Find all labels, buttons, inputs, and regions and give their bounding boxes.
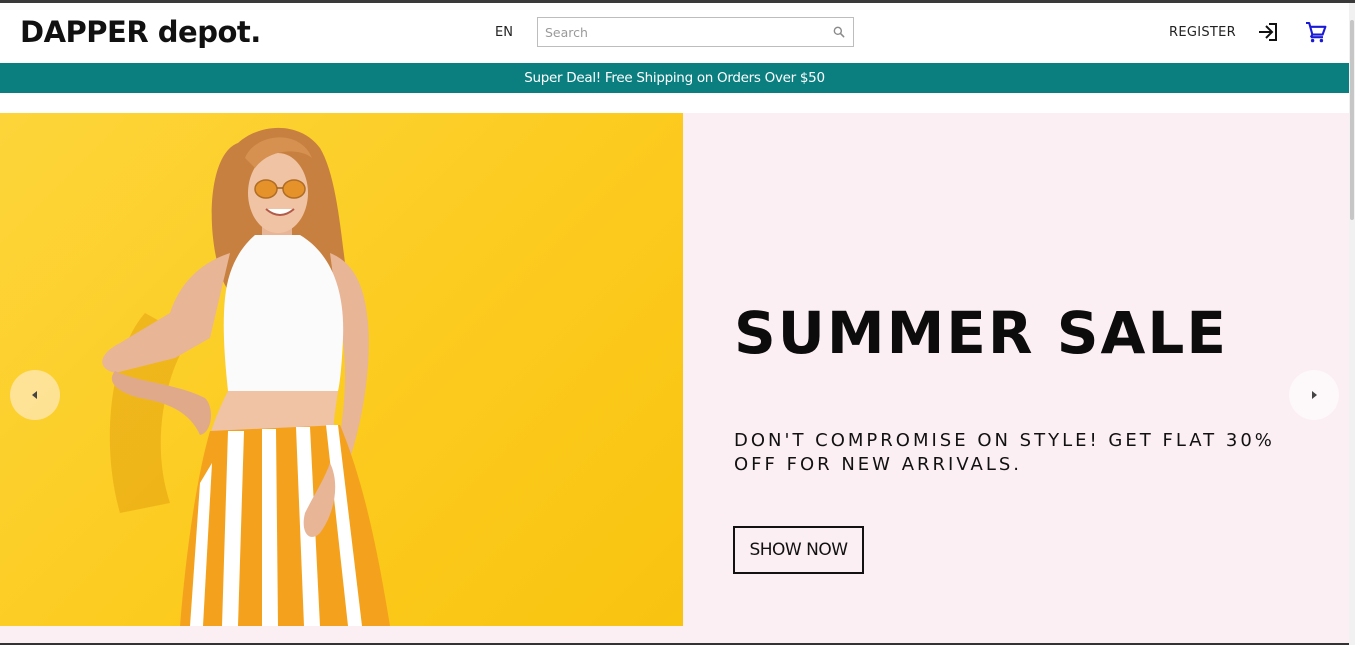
arrow-right-icon <box>1312 391 1317 399</box>
hero-image <box>0 113 683 626</box>
register-link[interactable]: REGISTER <box>1169 25 1236 40</box>
slider-next-button[interactable] <box>1289 370 1339 420</box>
model-illustration <box>102 127 390 626</box>
scrollbar-thumb[interactable] <box>1350 20 1354 220</box>
logo[interactable]: DAPPER depot. <box>20 15 261 49</box>
announcement-bar: Super Deal! Free Shipping on Orders Over… <box>0 63 1349 93</box>
hero-title: SUMMER SALE <box>734 299 1229 367</box>
navbar: DAPPER depot. EN REGISTER <box>0 3 1349 63</box>
arrow-left-icon <box>32 391 37 399</box>
search-container <box>537 17 854 47</box>
login-icon[interactable] <box>1256 20 1280 44</box>
hero-description: DON'T COMPROMISE ON STYLE! GET FLAT 30% … <box>734 430 1275 475</box>
search-icon[interactable] <box>832 25 846 39</box>
hero-slider: SUMMER SALE DON'T COMPROMISE ON STYLE! G… <box>0 113 1349 645</box>
cart-icon[interactable] <box>1304 20 1328 44</box>
slider-prev-button[interactable] <box>10 370 60 420</box>
show-now-button[interactable]: SHOW NOW <box>733 526 864 574</box>
search-input[interactable] <box>538 18 823 46</box>
language-selector[interactable]: EN <box>495 25 513 40</box>
